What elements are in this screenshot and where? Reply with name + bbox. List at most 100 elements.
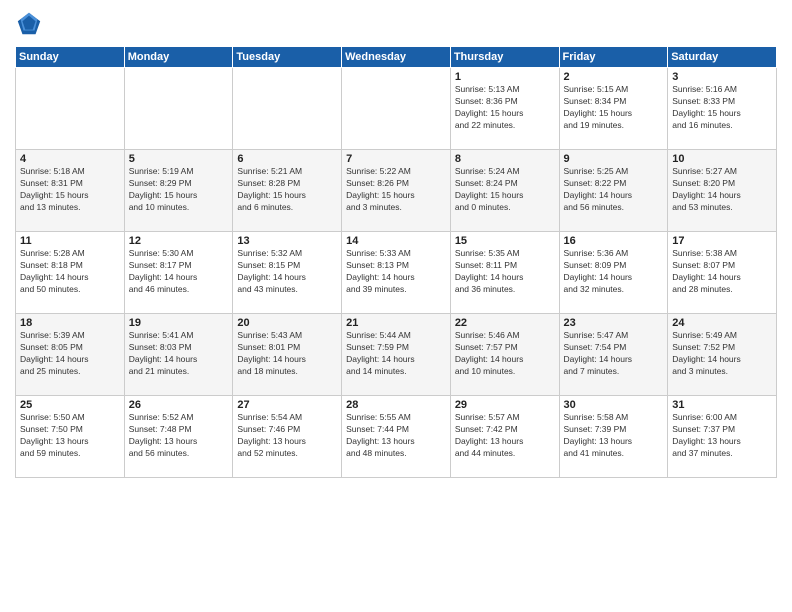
calendar-cell: 29Sunrise: 5:57 AM Sunset: 7:42 PM Dayli… bbox=[450, 396, 559, 478]
calendar-cell: 23Sunrise: 5:47 AM Sunset: 7:54 PM Dayli… bbox=[559, 314, 668, 396]
day-number: 8 bbox=[455, 153, 555, 165]
calendar-cell: 8Sunrise: 5:24 AM Sunset: 8:24 PM Daylig… bbox=[450, 150, 559, 232]
calendar-cell: 18Sunrise: 5:39 AM Sunset: 8:05 PM Dayli… bbox=[16, 314, 125, 396]
calendar-cell: 25Sunrise: 5:50 AM Sunset: 7:50 PM Dayli… bbox=[16, 396, 125, 478]
calendar-table: SundayMondayTuesdayWednesdayThursdayFrid… bbox=[15, 46, 777, 478]
day-number: 9 bbox=[564, 153, 664, 165]
day-info: Sunrise: 5:22 AM Sunset: 8:26 PM Dayligh… bbox=[346, 166, 446, 214]
page: SundayMondayTuesdayWednesdayThursdayFrid… bbox=[0, 0, 792, 612]
day-info: Sunrise: 5:35 AM Sunset: 8:11 PM Dayligh… bbox=[455, 248, 555, 296]
day-number: 31 bbox=[672, 399, 772, 411]
day-info: Sunrise: 5:49 AM Sunset: 7:52 PM Dayligh… bbox=[672, 330, 772, 378]
day-number: 29 bbox=[455, 399, 555, 411]
calendar-cell: 2Sunrise: 5:15 AM Sunset: 8:34 PM Daylig… bbox=[559, 68, 668, 150]
calendar-cell: 27Sunrise: 5:54 AM Sunset: 7:46 PM Dayli… bbox=[233, 396, 342, 478]
calendar-cell bbox=[342, 68, 451, 150]
weekday-header-sunday: Sunday bbox=[16, 47, 125, 68]
day-info: Sunrise: 5:39 AM Sunset: 8:05 PM Dayligh… bbox=[20, 330, 120, 378]
day-number: 30 bbox=[564, 399, 664, 411]
calendar-cell: 7Sunrise: 5:22 AM Sunset: 8:26 PM Daylig… bbox=[342, 150, 451, 232]
day-info: Sunrise: 5:57 AM Sunset: 7:42 PM Dayligh… bbox=[455, 412, 555, 460]
day-number: 24 bbox=[672, 317, 772, 329]
day-info: Sunrise: 5:54 AM Sunset: 7:46 PM Dayligh… bbox=[237, 412, 337, 460]
calendar-cell bbox=[124, 68, 233, 150]
day-info: Sunrise: 5:44 AM Sunset: 7:59 PM Dayligh… bbox=[346, 330, 446, 378]
day-number: 26 bbox=[129, 399, 229, 411]
day-info: Sunrise: 5:55 AM Sunset: 7:44 PM Dayligh… bbox=[346, 412, 446, 460]
calendar-cell bbox=[233, 68, 342, 150]
logo-icon bbox=[15, 10, 43, 38]
calendar-cell: 14Sunrise: 5:33 AM Sunset: 8:13 PM Dayli… bbox=[342, 232, 451, 314]
calendar-cell: 24Sunrise: 5:49 AM Sunset: 7:52 PM Dayli… bbox=[668, 314, 777, 396]
day-number: 21 bbox=[346, 317, 446, 329]
day-info: Sunrise: 5:18 AM Sunset: 8:31 PM Dayligh… bbox=[20, 166, 120, 214]
day-number: 5 bbox=[129, 153, 229, 165]
calendar-cell: 20Sunrise: 5:43 AM Sunset: 8:01 PM Dayli… bbox=[233, 314, 342, 396]
calendar-cell: 31Sunrise: 6:00 AM Sunset: 7:37 PM Dayli… bbox=[668, 396, 777, 478]
day-number: 19 bbox=[129, 317, 229, 329]
calendar-cell: 21Sunrise: 5:44 AM Sunset: 7:59 PM Dayli… bbox=[342, 314, 451, 396]
calendar-cell: 11Sunrise: 5:28 AM Sunset: 8:18 PM Dayli… bbox=[16, 232, 125, 314]
day-number: 2 bbox=[564, 71, 664, 83]
calendar-cell: 16Sunrise: 5:36 AM Sunset: 8:09 PM Dayli… bbox=[559, 232, 668, 314]
day-info: Sunrise: 5:27 AM Sunset: 8:20 PM Dayligh… bbox=[672, 166, 772, 214]
day-number: 14 bbox=[346, 235, 446, 247]
calendar-cell: 12Sunrise: 5:30 AM Sunset: 8:17 PM Dayli… bbox=[124, 232, 233, 314]
weekday-header-saturday: Saturday bbox=[668, 47, 777, 68]
day-number: 13 bbox=[237, 235, 337, 247]
week-row-5: 25Sunrise: 5:50 AM Sunset: 7:50 PM Dayli… bbox=[16, 396, 777, 478]
day-info: Sunrise: 5:15 AM Sunset: 8:34 PM Dayligh… bbox=[564, 84, 664, 132]
weekday-header-tuesday: Tuesday bbox=[233, 47, 342, 68]
day-number: 6 bbox=[237, 153, 337, 165]
day-info: Sunrise: 5:25 AM Sunset: 8:22 PM Dayligh… bbox=[564, 166, 664, 214]
calendar-cell: 1Sunrise: 5:13 AM Sunset: 8:36 PM Daylig… bbox=[450, 68, 559, 150]
day-number: 25 bbox=[20, 399, 120, 411]
day-info: Sunrise: 5:38 AM Sunset: 8:07 PM Dayligh… bbox=[672, 248, 772, 296]
day-info: Sunrise: 5:47 AM Sunset: 7:54 PM Dayligh… bbox=[564, 330, 664, 378]
day-number: 15 bbox=[455, 235, 555, 247]
calendar-cell: 5Sunrise: 5:19 AM Sunset: 8:29 PM Daylig… bbox=[124, 150, 233, 232]
weekday-header-friday: Friday bbox=[559, 47, 668, 68]
day-info: Sunrise: 5:19 AM Sunset: 8:29 PM Dayligh… bbox=[129, 166, 229, 214]
day-number: 17 bbox=[672, 235, 772, 247]
day-info: Sunrise: 5:43 AM Sunset: 8:01 PM Dayligh… bbox=[237, 330, 337, 378]
weekday-header-thursday: Thursday bbox=[450, 47, 559, 68]
logo bbox=[15, 10, 45, 38]
day-info: Sunrise: 5:50 AM Sunset: 7:50 PM Dayligh… bbox=[20, 412, 120, 460]
day-info: Sunrise: 5:46 AM Sunset: 7:57 PM Dayligh… bbox=[455, 330, 555, 378]
calendar-cell: 15Sunrise: 5:35 AM Sunset: 8:11 PM Dayli… bbox=[450, 232, 559, 314]
day-info: Sunrise: 5:33 AM Sunset: 8:13 PM Dayligh… bbox=[346, 248, 446, 296]
day-number: 23 bbox=[564, 317, 664, 329]
day-number: 16 bbox=[564, 235, 664, 247]
day-info: Sunrise: 5:16 AM Sunset: 8:33 PM Dayligh… bbox=[672, 84, 772, 132]
header bbox=[15, 10, 777, 38]
day-info: Sunrise: 5:58 AM Sunset: 7:39 PM Dayligh… bbox=[564, 412, 664, 460]
day-number: 28 bbox=[346, 399, 446, 411]
calendar-cell: 9Sunrise: 5:25 AM Sunset: 8:22 PM Daylig… bbox=[559, 150, 668, 232]
calendar-cell: 28Sunrise: 5:55 AM Sunset: 7:44 PM Dayli… bbox=[342, 396, 451, 478]
weekday-header-wednesday: Wednesday bbox=[342, 47, 451, 68]
week-row-1: 1Sunrise: 5:13 AM Sunset: 8:36 PM Daylig… bbox=[16, 68, 777, 150]
calendar-cell: 22Sunrise: 5:46 AM Sunset: 7:57 PM Dayli… bbox=[450, 314, 559, 396]
calendar-cell: 13Sunrise: 5:32 AM Sunset: 8:15 PM Dayli… bbox=[233, 232, 342, 314]
calendar-cell: 4Sunrise: 5:18 AM Sunset: 8:31 PM Daylig… bbox=[16, 150, 125, 232]
day-info: Sunrise: 5:32 AM Sunset: 8:15 PM Dayligh… bbox=[237, 248, 337, 296]
weekday-header-monday: Monday bbox=[124, 47, 233, 68]
calendar-cell: 6Sunrise: 5:21 AM Sunset: 8:28 PM Daylig… bbox=[233, 150, 342, 232]
day-number: 22 bbox=[455, 317, 555, 329]
day-number: 11 bbox=[20, 235, 120, 247]
day-number: 10 bbox=[672, 153, 772, 165]
day-number: 1 bbox=[455, 71, 555, 83]
calendar-cell: 30Sunrise: 5:58 AM Sunset: 7:39 PM Dayli… bbox=[559, 396, 668, 478]
day-number: 7 bbox=[346, 153, 446, 165]
day-info: Sunrise: 5:41 AM Sunset: 8:03 PM Dayligh… bbox=[129, 330, 229, 378]
calendar-cell: 26Sunrise: 5:52 AM Sunset: 7:48 PM Dayli… bbox=[124, 396, 233, 478]
day-info: Sunrise: 5:36 AM Sunset: 8:09 PM Dayligh… bbox=[564, 248, 664, 296]
day-number: 3 bbox=[672, 71, 772, 83]
day-info: Sunrise: 6:00 AM Sunset: 7:37 PM Dayligh… bbox=[672, 412, 772, 460]
day-info: Sunrise: 5:13 AM Sunset: 8:36 PM Dayligh… bbox=[455, 84, 555, 132]
day-number: 18 bbox=[20, 317, 120, 329]
week-row-4: 18Sunrise: 5:39 AM Sunset: 8:05 PM Dayli… bbox=[16, 314, 777, 396]
day-info: Sunrise: 5:21 AM Sunset: 8:28 PM Dayligh… bbox=[237, 166, 337, 214]
calendar-cell: 19Sunrise: 5:41 AM Sunset: 8:03 PM Dayli… bbox=[124, 314, 233, 396]
